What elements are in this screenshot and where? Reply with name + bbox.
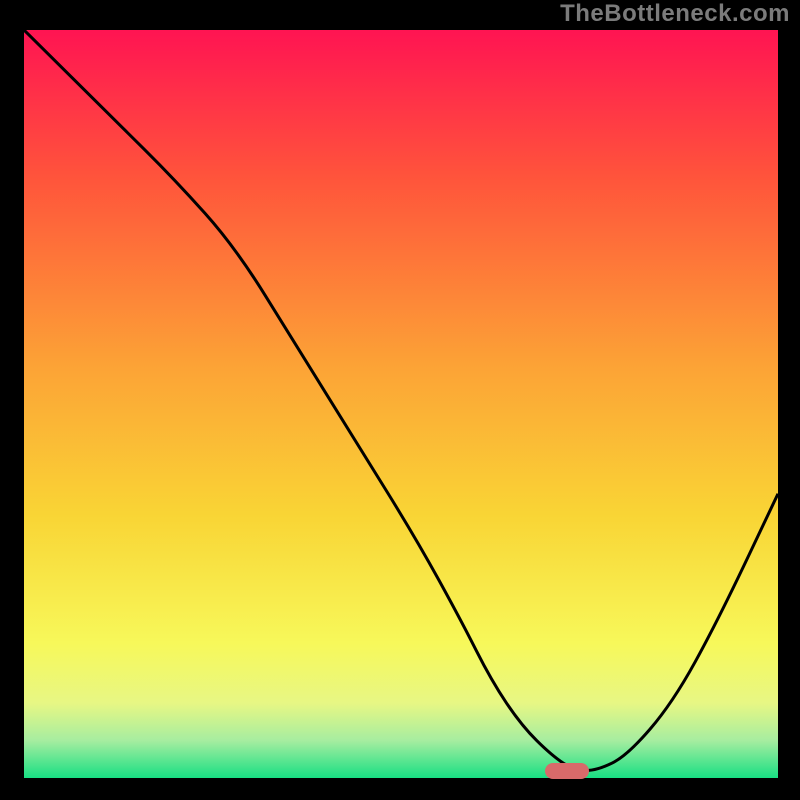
optimal-point-marker (545, 763, 589, 779)
watermark-text: TheBottleneck.com (560, 0, 790, 28)
chart-svg (24, 30, 778, 778)
chart-container: TheBottleneck.com (0, 0, 800, 800)
plot-area (24, 30, 778, 778)
